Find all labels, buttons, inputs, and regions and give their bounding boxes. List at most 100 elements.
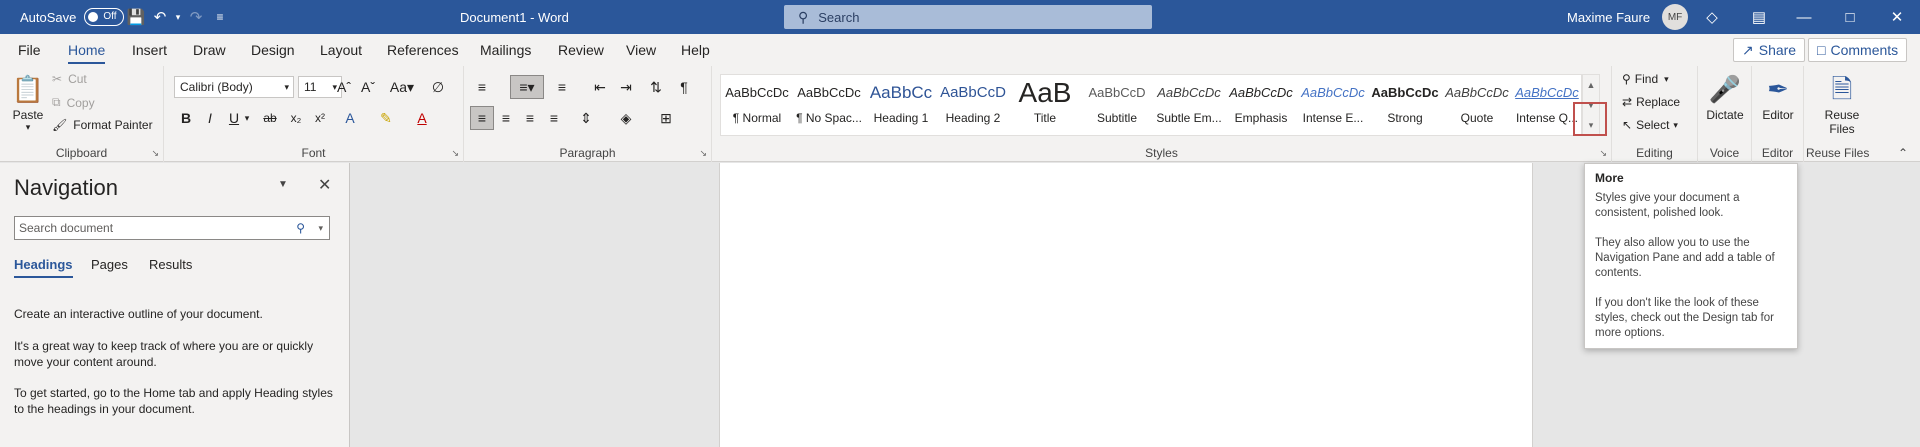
customize-qat-icon[interactable]: ≡ <box>208 5 232 29</box>
font-name-select[interactable]: Calibri (Body) ▾ <box>174 76 294 98</box>
strikethrough-icon[interactable]: ab <box>258 106 282 130</box>
clipboard-launcher-icon[interactable]: ↘ <box>151 148 159 159</box>
navigation-search-input[interactable]: Search document ⚲ ▾ <box>14 216 330 240</box>
justify-icon[interactable]: ≡ <box>542 106 566 130</box>
bullets-icon[interactable]: ≡ <box>470 75 494 99</box>
style-heading-1[interactable]: AaBbCc Heading 1 <box>865 75 937 135</box>
clipboard-group-label: Clipboard <box>55 146 108 160</box>
underline-dropdown-icon[interactable]: ▾ <box>240 106 254 130</box>
find-button[interactable]: ⚲ Find ▾ <box>1622 72 1669 86</box>
select-button[interactable]: ↖ Select ▾ <box>1622 118 1678 132</box>
align-right-icon[interactable]: ≡ <box>518 106 542 130</box>
autosave[interactable]: AutoSave Off <box>20 0 125 34</box>
search-box[interactable]: ⚲ Search <box>784 5 1152 29</box>
paste-dropdown-icon[interactable]: ▾ <box>8 122 48 133</box>
text-effects-icon[interactable]: A <box>338 106 362 130</box>
user-name[interactable]: Maxime Faure <box>1567 10 1650 25</box>
superscript-icon[interactable]: x² <box>308 106 332 130</box>
tab-references[interactable]: References <box>387 34 459 66</box>
numbering-icon[interactable]: ≡▾ <box>510 75 544 99</box>
close-pane-icon[interactable]: ✕ <box>318 175 331 195</box>
cut-label: Cut <box>68 72 87 86</box>
style-heading-2[interactable]: AaBbCcD Heading 2 <box>937 75 1009 135</box>
nav-tab-pages[interactable]: Pages <box>91 257 128 272</box>
undo-icon[interactable]: ↶ <box>148 5 172 29</box>
more-styles-tooltip: More Styles give your document a consist… <box>1584 163 1798 349</box>
subscript-icon[interactable]: x₂ <box>284 106 308 130</box>
shading-icon[interactable]: ◈ <box>614 106 638 130</box>
align-center-icon[interactable]: ≡ <box>494 106 518 130</box>
style-normal[interactable]: AaBbCcDc ¶ Normal <box>721 75 793 135</box>
replace-button[interactable]: ⇄ Replace <box>1622 95 1680 109</box>
tab-file[interactable]: File <box>18 34 41 66</box>
restore-icon[interactable]: □ <box>1838 5 1862 29</box>
tab-layout[interactable]: Layout <box>320 34 362 66</box>
style-subtitle[interactable]: AaBbCcD Subtitle <box>1081 75 1153 135</box>
pane-options-icon[interactable]: ▼ <box>278 179 288 190</box>
paragraph-launcher-icon[interactable]: ↘ <box>699 148 707 159</box>
tab-view[interactable]: View <box>626 34 656 66</box>
tab-home[interactable]: Home <box>68 34 106 66</box>
tab-insert[interactable]: Insert <box>132 34 167 66</box>
italic-icon[interactable]: I <box>198 106 222 130</box>
tab-help[interactable]: Help <box>681 34 710 66</box>
sort-icon[interactable]: ⇅ <box>644 75 668 99</box>
editor-button[interactable]: ✒ Editor <box>1752 70 1804 122</box>
clipboard-icon: 📋 <box>11 74 45 104</box>
undo-dropdown-icon[interactable]: ▾ <box>172 5 184 29</box>
change-case-icon[interactable]: Aa▾ <box>386 75 418 99</box>
tab-review[interactable]: Review <box>558 34 604 66</box>
nav-tab-results[interactable]: Results <box>149 257 192 272</box>
avatar[interactable]: MF <box>1662 4 1689 30</box>
reuse-files-button[interactable]: 🗎 Reuse Files <box>1814 70 1870 136</box>
font-launcher-icon[interactable]: ↘ <box>451 148 459 159</box>
style-no-spacing[interactable]: AaBbCcDc ¶ No Spac... <box>793 75 865 135</box>
multilevel-list-icon[interactable]: ≡ <box>550 75 574 99</box>
styles-launcher-icon[interactable]: ↘ <box>1599 148 1607 159</box>
dictate-button[interactable]: 🎤 Dictate <box>1698 70 1752 122</box>
autosave-label: AutoSave <box>20 9 77 25</box>
search-placeholder: Search <box>818 9 860 25</box>
diamond-icon[interactable]: ◇ <box>1700 5 1724 29</box>
nav-tab-headings[interactable]: Headings <box>14 257 73 278</box>
collapse-ribbon-icon[interactable]: ⌃ <box>1898 146 1908 160</box>
decrease-indent-icon[interactable]: ⇤ <box>588 75 612 99</box>
minimize-icon[interactable]: — <box>1792 5 1816 29</box>
align-left-icon[interactable]: ≡ <box>470 106 494 130</box>
save-icon[interactable]: 💾 <box>124 5 148 29</box>
style-intense-quote[interactable]: AaBbCcDc Intense Q... <box>1513 75 1581 135</box>
tab-design[interactable]: Design <box>251 34 295 66</box>
style-quote[interactable]: AaBbCcDc Quote <box>1441 75 1513 135</box>
style-intense-emphasis[interactable]: AaBbCcDc Intense E... <box>1297 75 1369 135</box>
scroll-up-icon[interactable]: ▲ <box>1583 75 1599 95</box>
format-painter-button[interactable]: 🖌 Format Painter <box>52 118 153 132</box>
shrink-font-icon[interactable]: Aˇ <box>356 75 380 99</box>
close-icon[interactable]: ✕ <box>1885 5 1909 29</box>
tab-draw[interactable]: Draw <box>193 34 226 66</box>
tab-mailings[interactable]: Mailings <box>480 34 531 66</box>
borders-icon[interactable]: ⊞ <box>654 106 678 130</box>
editor-group: ✒ Editor Editor <box>1752 66 1804 162</box>
paste-button[interactable]: 📋 Paste ▾ <box>8 70 48 133</box>
comments-button[interactable]: □ Comments <box>1808 38 1908 62</box>
autosave-toggle[interactable]: Off <box>84 8 125 26</box>
bold-icon[interactable]: B <box>174 106 198 130</box>
style-title[interactable]: AaB Title <box>1009 75 1081 135</box>
search-options-dropdown-icon[interactable]: ▾ <box>318 223 323 234</box>
style-preview: AaBbCcDc <box>1229 85 1293 100</box>
clear-formatting-icon[interactable]: ∅ <box>426 75 450 99</box>
show-marks-icon[interactable]: ¶ <box>672 75 696 99</box>
line-spacing-icon[interactable]: ⇕ <box>574 106 598 130</box>
increase-indent-icon[interactable]: ⇥ <box>614 75 638 99</box>
style-subtle-emphasis[interactable]: AaBbCcDc Subtle Em... <box>1153 75 1225 135</box>
grow-font-icon[interactable]: Aˆ <box>332 75 356 99</box>
format-painter-label: Format Painter <box>73 118 153 132</box>
document-page[interactable] <box>719 163 1533 447</box>
font-color-icon[interactable]: A <box>410 106 434 130</box>
highlight-icon[interactable]: ✎ <box>374 106 398 130</box>
share-button[interactable]: ↗ Share <box>1733 38 1806 62</box>
search-icon[interactable]: ⚲ <box>296 221 305 235</box>
style-emphasis[interactable]: AaBbCcDc Emphasis <box>1225 75 1297 135</box>
ribbon-display-icon[interactable]: ▤ <box>1747 5 1771 29</box>
style-strong[interactable]: AaBbCcDc Strong <box>1369 75 1441 135</box>
